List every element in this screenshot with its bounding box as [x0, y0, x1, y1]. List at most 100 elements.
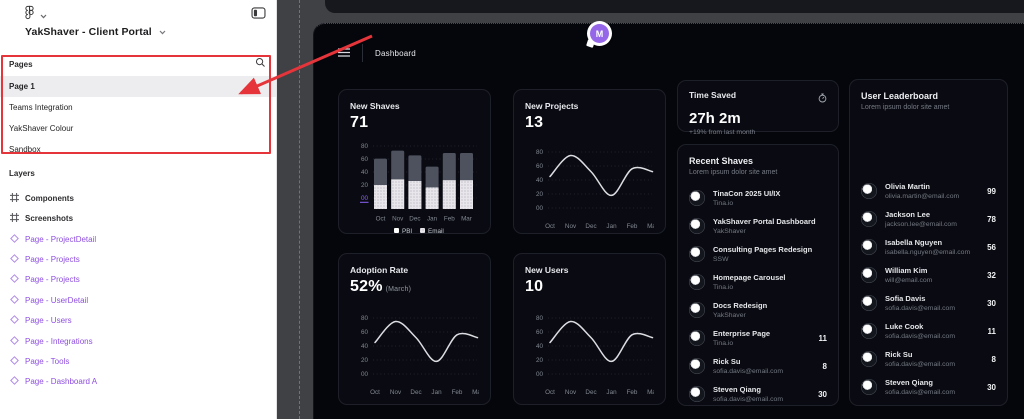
avatar [689, 218, 705, 234]
layer-item-label: Page - Projects [25, 255, 80, 264]
layer-instance-item[interactable]: Page - Projects [0, 270, 276, 290]
layer-frame-item[interactable]: Screenshots [0, 208, 276, 228]
figma-logo-icon[interactable] [24, 5, 35, 26]
component-instance-icon [10, 234, 19, 245]
svg-text:40: 40 [361, 169, 369, 176]
card-subtext: +19% from last month [689, 129, 827, 136]
frame-icon [10, 213, 19, 224]
svg-text:40: 40 [361, 343, 369, 350]
list-item[interactable]: Docs RedesignYakShaver [689, 296, 827, 324]
recent-shaves-list: TinaCon 2025 UI/IXTina.ioYakShaver Porta… [689, 184, 827, 408]
page-item-label: Page 1 [9, 82, 35, 91]
item-subtitle: YakShaver [713, 228, 827, 235]
frame-above-partial[interactable] [325, 0, 1024, 13]
item-value: 11 [988, 327, 996, 336]
avatar [861, 211, 877, 227]
component-instance-icon [10, 274, 19, 285]
card-adoption-rate[interactable]: Adoption Rate 52%(March) 8060402000OctNo… [338, 253, 491, 405]
svg-text:60: 60 [361, 156, 369, 163]
design-canvas[interactable]: Dashboard New Shaves 71 8060402000OctNov… [277, 0, 1024, 419]
layer-item-label: Page - Tools [25, 357, 69, 366]
new-users-line-chart: 8060402000OctNovDecJanFebMar [525, 310, 654, 400]
list-item[interactable]: Rick Susofia.davis@email.com8 [689, 352, 827, 380]
list-item[interactable]: Sofia Davissofia.davis@email.com30 [861, 289, 996, 317]
component-instance-icon [10, 295, 19, 306]
chevron-down-icon[interactable] [40, 6, 47, 24]
list-item[interactable]: TinaCon 2025 UI/IXTina.io [689, 184, 827, 212]
card-value: 71 [350, 114, 479, 132]
layer-frame-item[interactable]: Components [0, 188, 276, 208]
item-subtitle: sofia.davis@email.com [885, 389, 979, 396]
svg-text:Nov: Nov [390, 389, 402, 396]
svg-text:Oct: Oct [545, 223, 555, 230]
svg-text:Dec: Dec [410, 389, 421, 396]
sidebar-toolbar [24, 6, 266, 24]
svg-text:Oct: Oct [370, 389, 380, 396]
item-value: 99 [987, 187, 996, 196]
layer-instance-item[interactable]: Page - Dashboard A [0, 372, 276, 392]
comment-avatar-pin[interactable]: M [587, 21, 612, 46]
file-title[interactable]: YakShaver - Client Portal [25, 26, 166, 38]
dashboard-frame[interactable]: Dashboard New Shaves 71 8060402000OctNov… [313, 23, 1024, 419]
toggle-sidebar-icon[interactable] [251, 6, 266, 24]
svg-text:20: 20 [536, 357, 544, 364]
item-title: Docs Redesign [713, 301, 827, 310]
layer-instance-item[interactable]: Page - UserDetail [0, 290, 276, 310]
card-new-users[interactable]: New Users 10 8060402000OctNovDecJanFebMa… [513, 253, 666, 405]
item-value: 32 [987, 271, 996, 280]
svg-text:80: 80 [536, 149, 544, 156]
list-item[interactable]: Steven Qiangsofia.davis@email.com30 [861, 373, 996, 401]
figma-app-window: YakShaver - Client Portal Pages Page 1Te… [0, 0, 1024, 419]
list-item[interactable]: Steven Qiangsofia.davis@email.com30 [689, 380, 827, 408]
layer-instance-item[interactable]: Page - Tools [0, 351, 276, 371]
layer-instance-item[interactable]: Page - ProjectDetail [0, 229, 276, 249]
page-item[interactable]: YakShaver Colour [0, 118, 276, 139]
hamburger-menu-icon[interactable] [338, 44, 350, 62]
list-item[interactable]: Luke Cooksofia.davis@email.com11 [861, 317, 996, 345]
list-item[interactable]: William Kim will@email.com 32 [861, 261, 996, 289]
list-item[interactable]: Consulting Pages RedesignSSW [689, 240, 827, 268]
list-item[interactable]: Isabella Nguyenisabella.nguyen@email.com… [861, 233, 996, 261]
page-item-label: YakShaver Colour [9, 124, 73, 133]
svg-text:00: 00 [361, 195, 369, 202]
layer-instance-item[interactable]: Page - Users [0, 311, 276, 331]
item-title: Steven Qiang [885, 378, 979, 387]
svg-text:60: 60 [536, 329, 544, 336]
item-value: 8 [992, 355, 996, 364]
card-user-leaderboard[interactable]: User Leaderboard Lorem ipsum dolor site … [849, 79, 1008, 406]
card-title: Recent Shaves [689, 156, 827, 166]
chevron-down-icon [159, 30, 166, 35]
card-title: New Shaves [350, 101, 479, 111]
card-new-projects[interactable]: New Projects 13 8060402000OctNovDecJanFe… [513, 89, 666, 234]
list-item[interactable]: Rick Susofia.davis@email.com8 [861, 345, 996, 373]
item-title: Steven Qiang [713, 385, 810, 394]
card-new-shaves[interactable]: New Shaves 71 8060402000OctNovDecJanFebM… [338, 89, 491, 234]
list-item[interactable]: Homepage CarouselTina.io [689, 268, 827, 296]
item-subtitle: sofia.davis@email.com [885, 305, 979, 312]
search-icon[interactable] [255, 55, 266, 73]
card-time-saved[interactable]: Time Saved 27h 2m +19% from last month [677, 80, 839, 132]
frame-icon [10, 193, 19, 204]
svg-text:Feb: Feb [452, 389, 463, 396]
layer-instance-item[interactable]: Page - Projects [0, 249, 276, 269]
item-subtitle: sofia.davis@email.com [885, 361, 984, 368]
list-item[interactable]: YakShaver Portal DashboardYakShaver [689, 212, 827, 240]
layer-instance-item[interactable]: Page - Integrations [0, 331, 276, 351]
page-item[interactable]: Sandbox [0, 139, 276, 160]
svg-text:20: 20 [536, 191, 544, 198]
page-item[interactable]: Page 1 [0, 76, 276, 97]
card-recent-shaves[interactable]: Recent Shaves Lorem ipsum dolor site ame… [677, 144, 839, 406]
list-item[interactable]: Enterprise PageTina.io11 [689, 324, 827, 352]
list-item[interactable]: Olivia Martinolivia.martin@email.com99 [861, 177, 996, 205]
svg-text:Mar: Mar [647, 389, 654, 396]
item-subtitle: will@email.com [885, 277, 979, 284]
list-item[interactable]: Jackson Leejackson.lee@email.com78 [861, 205, 996, 233]
svg-text:Nov: Nov [565, 389, 577, 396]
layers-frames-list: ComponentsScreenshots [0, 188, 276, 228]
page-item[interactable]: Teams Integration [0, 97, 276, 118]
svg-text:40: 40 [536, 343, 544, 350]
item-title: William Kim [885, 266, 979, 275]
avatar [861, 267, 877, 283]
svg-text:Mar: Mar [647, 223, 654, 230]
item-title: Sofia Davis [885, 294, 979, 303]
